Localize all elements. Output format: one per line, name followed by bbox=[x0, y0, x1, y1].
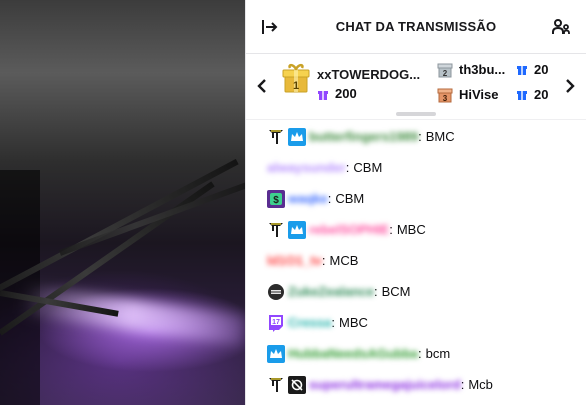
chat-username[interactable]: superultramegajuicelord bbox=[309, 377, 461, 392]
sub-badge-icon[interactable]: $ bbox=[267, 189, 285, 208]
chevron-left-icon bbox=[257, 79, 266, 93]
collapse-chat-button[interactable] bbox=[259, 16, 281, 38]
gift-icon bbox=[517, 91, 527, 100]
tourney-badge-icon[interactable] bbox=[267, 128, 285, 146]
bronze-gift-box-icon: 3 bbox=[437, 88, 453, 103]
tourney-badge-icon[interactable] bbox=[267, 221, 285, 239]
chat-text: bcm bbox=[425, 346, 451, 361]
no-audio-badge-icon[interactable] bbox=[288, 375, 306, 394]
community-icon bbox=[552, 19, 570, 34]
prime-crown-badge-icon[interactable] bbox=[288, 127, 306, 146]
chat-separator: : bbox=[331, 315, 335, 330]
chat-text: MBC bbox=[339, 315, 368, 330]
chat-message[interactable]: ZukeZealance: BCM bbox=[246, 276, 586, 307]
chat-separator: : bbox=[460, 377, 465, 392]
leaderboard-third-value: 20 bbox=[516, 87, 548, 102]
chat-username[interactable]: ZukeZealance bbox=[288, 284, 374, 299]
chat-username[interactable]: ld1O1_tv bbox=[267, 253, 322, 268]
twitch-17-badge-icon[interactable]: 17 bbox=[267, 314, 285, 332]
chat-panel: CHAT DA TRANSMISSÃO 1 xxTOWERDOG... 200 … bbox=[245, 0, 586, 405]
chat-separator: : bbox=[374, 284, 378, 299]
chat-text: MBC bbox=[396, 222, 426, 237]
chat-username[interactable]: alwaysunder bbox=[267, 160, 346, 175]
chat-separator: : bbox=[321, 253, 326, 268]
prime-crown-badge-icon[interactable] bbox=[267, 344, 285, 363]
rig-beam bbox=[58, 181, 245, 256]
svg-text:3: 3 bbox=[443, 94, 448, 103]
chat-message[interactable]: rebelSOPHIE: MBC bbox=[246, 214, 586, 245]
helmet-badge-icon[interactable] bbox=[267, 283, 285, 301]
leaderboard-second-name: th3bu... bbox=[459, 61, 506, 77]
chat-message[interactable]: butterfingers1989: BMC bbox=[246, 121, 586, 152]
silver-gift-box-icon: 2 bbox=[437, 63, 453, 78]
svg-text:17: 17 bbox=[272, 319, 280, 326]
leaderboard-drag-handle[interactable] bbox=[396, 112, 436, 116]
chat-username[interactable]: butterfingers1989 bbox=[309, 129, 418, 144]
leaderboard-second-value: 20 bbox=[516, 62, 548, 77]
chat-separator: : bbox=[389, 222, 393, 237]
chat-text: BCM bbox=[381, 284, 411, 299]
svg-text:1: 1 bbox=[293, 80, 299, 92]
leaderboard-first-value: 200 bbox=[317, 86, 357, 101]
chat-username[interactable]: rebelSOPHIE bbox=[309, 222, 389, 237]
gold-gift-box-icon: 1 bbox=[282, 63, 310, 93]
stream-video[interactable] bbox=[0, 0, 245, 405]
chat-username[interactable]: HubbaNeedsAGubba bbox=[288, 346, 418, 361]
leaderboard-third-name: HiVise bbox=[459, 86, 499, 102]
leaderboard-next-button[interactable] bbox=[562, 76, 578, 96]
svg-text:2: 2 bbox=[443, 69, 448, 78]
gift-leaderboard: 1 xxTOWERDOG... 200 2 th3bu... 20 3 HiVi… bbox=[246, 54, 586, 120]
chat-text: BMC bbox=[425, 129, 455, 144]
chat-message-list: butterfingers1989: BMC alwaysunder: CBM $ … bbox=[246, 121, 586, 400]
chat-separator: : bbox=[345, 160, 350, 175]
chat-message[interactable]: ld1O1_tv: MCB bbox=[246, 245, 586, 276]
chat-header: CHAT DA TRANSMISSÃO bbox=[246, 0, 586, 54]
leaderboard-first[interactable]: 1 xxTOWERDOG... 200 bbox=[280, 62, 420, 101]
leaderboard-third[interactable]: 3 HiVise 20 bbox=[436, 85, 548, 103]
chat-message[interactable]: HubbaNeedsAGubba: bcm bbox=[246, 338, 586, 369]
svg-text:$: $ bbox=[273, 195, 279, 206]
gift-icon bbox=[517, 66, 527, 75]
chevron-right-icon bbox=[566, 79, 575, 93]
chat-message[interactable]: 17 Cressa: MBC bbox=[246, 307, 586, 338]
leaderboard-prev-button[interactable] bbox=[254, 76, 270, 96]
prime-crown-badge-icon[interactable] bbox=[288, 220, 306, 239]
gift-icon bbox=[318, 90, 328, 100]
chat-separator: : bbox=[418, 129, 422, 144]
leaderboard-first-name: xxTOWERDOG... bbox=[317, 67, 421, 82]
chat-username[interactable]: waqke bbox=[288, 191, 328, 206]
chat-separator: : bbox=[327, 191, 332, 206]
chat-username[interactable]: Cressa bbox=[288, 315, 331, 330]
chat-text: Mcb bbox=[468, 377, 493, 392]
chat-message[interactable]: superultramegajuicelord: Mcb bbox=[246, 369, 586, 400]
chat-text: CBM bbox=[353, 160, 383, 175]
community-button[interactable] bbox=[550, 16, 572, 38]
tourney-badge-icon[interactable] bbox=[267, 376, 285, 394]
leaderboard-second[interactable]: 2 th3bu... 20 bbox=[436, 60, 548, 78]
chat-message[interactable]: alwaysunder: CBM bbox=[246, 152, 586, 183]
chat-text: CBM bbox=[335, 191, 365, 206]
chat-separator: : bbox=[418, 346, 422, 361]
chat-title: CHAT DA TRANSMISSÃO bbox=[335, 19, 497, 34]
chat-message[interactable]: $ waqke: CBM bbox=[246, 183, 586, 214]
chat-text: MCB bbox=[329, 253, 359, 268]
collapse-arrow-icon bbox=[262, 20, 278, 34]
